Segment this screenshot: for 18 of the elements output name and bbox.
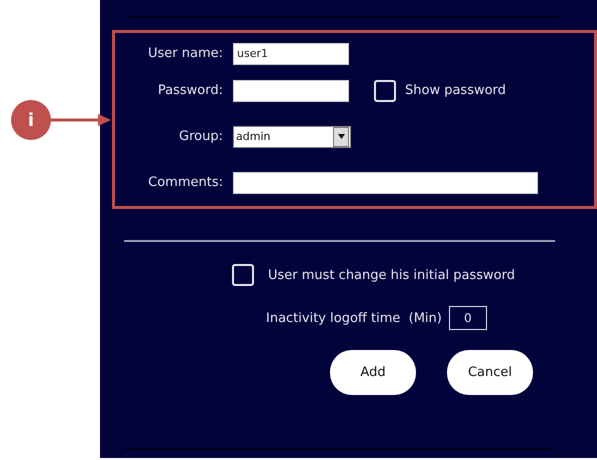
show-password-label: Show password xyxy=(405,83,506,98)
must-change-checkbox[interactable] xyxy=(232,264,254,286)
show-password-checkbox[interactable] xyxy=(374,80,396,102)
user-name-field[interactable]: user1 xyxy=(233,42,349,65)
field-label: Password: xyxy=(156,83,223,98)
callout-marker: i xyxy=(11,100,51,140)
inactivity-field[interactable]: 0 xyxy=(448,306,487,330)
field-label: Comments: xyxy=(147,175,223,190)
comments-field[interactable] xyxy=(233,172,538,194)
cancel-button[interactable]: Cancel xyxy=(447,350,533,395)
password-field[interactable] xyxy=(233,80,349,102)
must-change-label: User must change his initial password xyxy=(268,268,515,282)
field-label: User name: xyxy=(146,46,223,62)
inactivity-label: Inactivity logoff time (Min) xyxy=(266,310,442,326)
group-dropdown[interactable]: admin xyxy=(233,126,351,148)
field-label: Group: xyxy=(178,129,223,144)
caret-icon xyxy=(338,134,344,140)
add-button[interactable]: Add xyxy=(330,350,416,395)
